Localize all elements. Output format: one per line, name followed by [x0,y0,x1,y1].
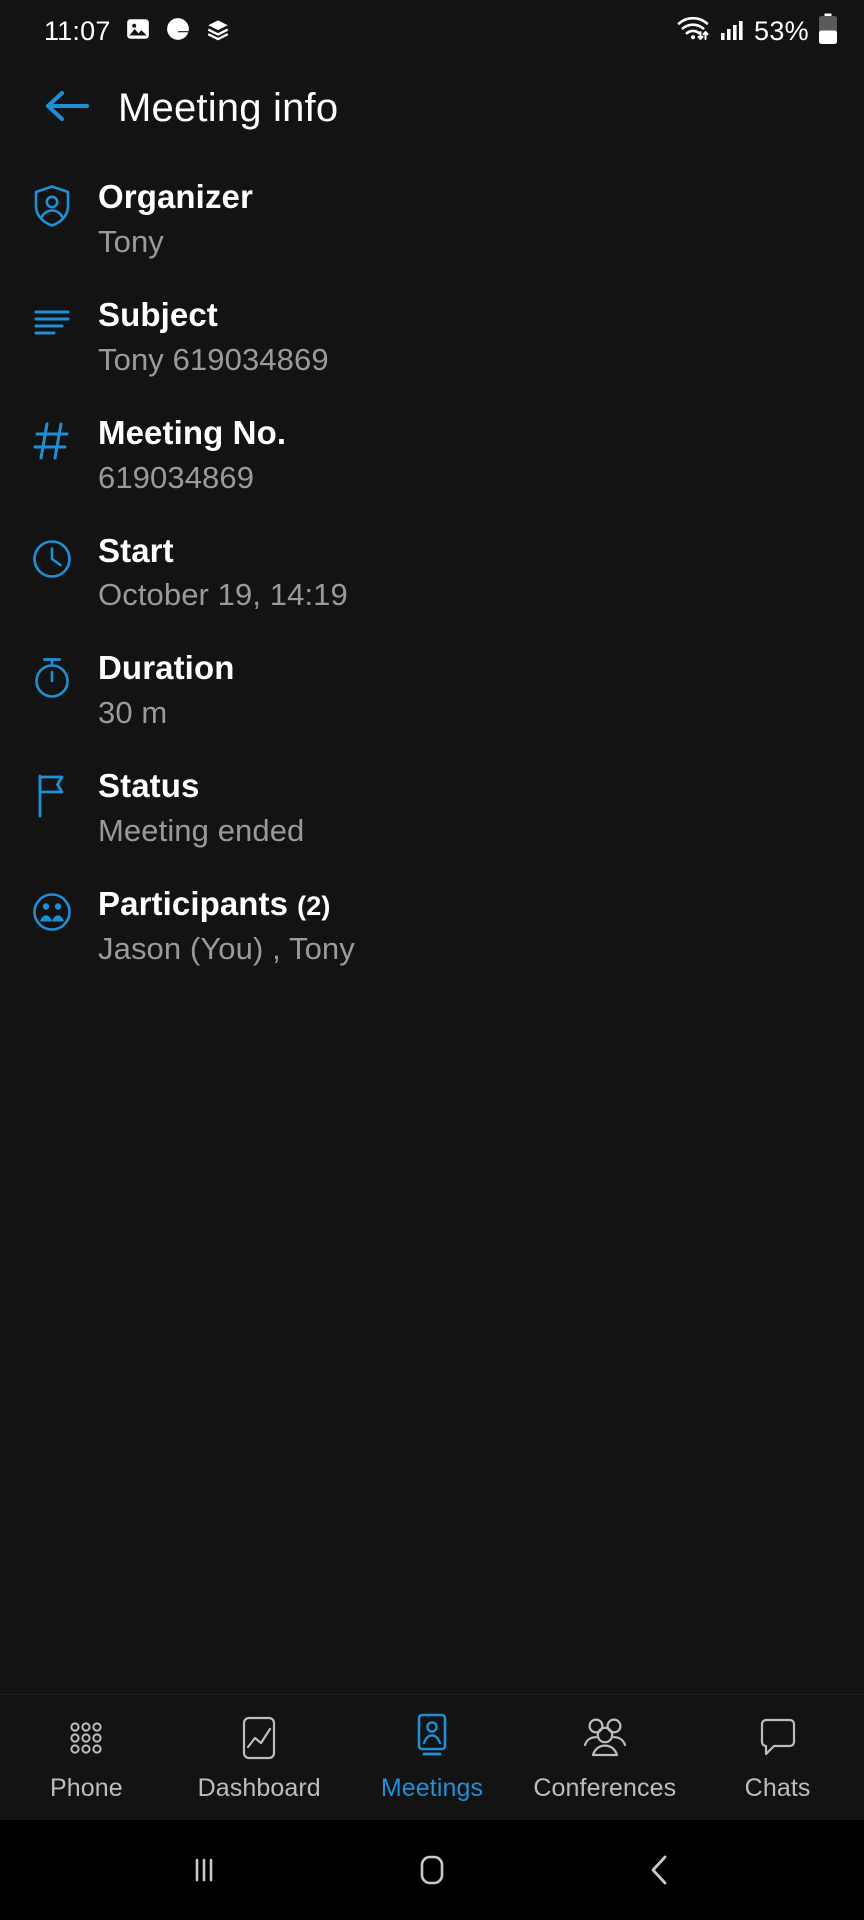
info-row-meeting-number[interactable]: Meeting No. 619034869 [0,414,864,499]
shield-person-icon [24,178,80,228]
tab-label: Conferences [533,1774,677,1802]
stopwatch-icon [24,649,80,701]
status-bar: 11:07 53% [0,0,864,62]
info-value: 30 m [98,695,168,731]
info-value: Tony 619034869 [98,341,329,377]
status-bar-clock: 11:07 [44,15,111,46]
info-value: Meeting ended [98,813,305,849]
tab-conferences[interactable]: Conferences [518,1695,691,1820]
info-row-body: Status Meeting ended [98,767,304,852]
info-value: 619034869 [98,459,255,495]
info-label-text: Organizer [98,178,253,215]
back-button[interactable] [40,82,92,134]
bottom-tab-bar: Phone Dashboard Meetings Conferences Cha… [0,1694,864,1820]
info-row-duration[interactable]: Duration 30 m [0,649,864,734]
info-label: Organizer [98,178,253,217]
battery-icon [818,13,838,50]
android-navigation-bar [0,1820,864,1920]
info-row-status[interactable]: Status Meeting ended [0,767,864,852]
info-label: Meeting No. [98,414,286,453]
back-icon[interactable] [615,1825,705,1915]
home-icon[interactable] [387,1825,477,1915]
phone-screen: 11:07 53% Meeting info Organizer Tony Su… [0,0,864,1920]
participants-count: (2) [297,891,331,922]
participants-icon [24,885,80,933]
info-value: Tony [98,223,164,259]
info-label-text: Start [98,531,174,569]
chart-icon [235,1712,283,1764]
info-row-start[interactable]: Start October 19, 14:19 [0,532,864,617]
info-row-participants[interactable]: Participants (2) Jason (You) , Tony [0,885,864,970]
group-icon [579,1712,631,1764]
info-label: Status [98,767,304,806]
info-label: Duration [98,649,234,688]
info-value: October 19, 14:19 [98,577,348,613]
info-row-body: Participants (2) Jason (You) , Tony [98,885,355,970]
page-title: Meeting info [118,85,339,130]
info-row-body: Duration 30 m [98,649,234,734]
meeting-info-list: Organizer Tony Subject Tony 619034869 Me… [0,154,864,1003]
layers-icon [205,16,231,47]
flag-icon [24,767,80,819]
info-label-text: Participants [98,885,289,923]
tab-label: Phone [50,1774,123,1802]
info-label-text: Duration [98,649,235,687]
meeting-icon [408,1712,456,1764]
image-icon [125,16,151,47]
info-value: Jason (You) , Tony [98,931,355,966]
info-row-subject[interactable]: Subject Tony 619034869 [0,296,864,381]
clock-icon [24,532,80,580]
status-bar-left: 11:07 [44,16,231,47]
tab-label: Chats [744,1774,811,1802]
chat-bubble-icon [754,1712,802,1764]
keypad-icon [62,1712,110,1764]
text-lines-icon [24,296,80,342]
info-label: Subject [98,296,329,335]
info-label-text: Meeting No. [98,413,287,451]
tab-dashboard[interactable]: Dashboard [173,1695,346,1820]
info-row-organizer[interactable]: Organizer Tony [0,178,864,263]
status-bar-right: 53% [676,13,838,50]
hash-icon [24,414,80,462]
cellular-signal-icon [719,16,745,47]
tab-chats[interactable]: Chats [691,1695,864,1820]
info-label-text: Subject [98,295,218,333]
tab-meetings[interactable]: Meetings [346,1695,519,1820]
battery-percent-label: 53% [754,15,809,46]
info-row-body: Subject Tony 619034869 [98,296,329,381]
info-label-text: Status [98,767,200,805]
info-row-body: Meeting No. 619034869 [98,414,286,499]
recents-icon[interactable] [159,1825,249,1915]
info-label: Participants (2) [98,885,355,924]
arrow-left-icon [43,86,89,131]
google-g-icon [165,16,191,47]
app-header: Meeting info [0,62,864,154]
tab-label: Dashboard [197,1774,321,1802]
info-row-body: Organizer Tony [98,178,253,263]
wifi-icon [676,14,710,49]
info-label: Start [98,532,348,571]
info-row-body: Start October 19, 14:19 [98,532,348,617]
tab-phone[interactable]: Phone [0,1695,173,1820]
tab-label: Meetings [380,1774,484,1802]
